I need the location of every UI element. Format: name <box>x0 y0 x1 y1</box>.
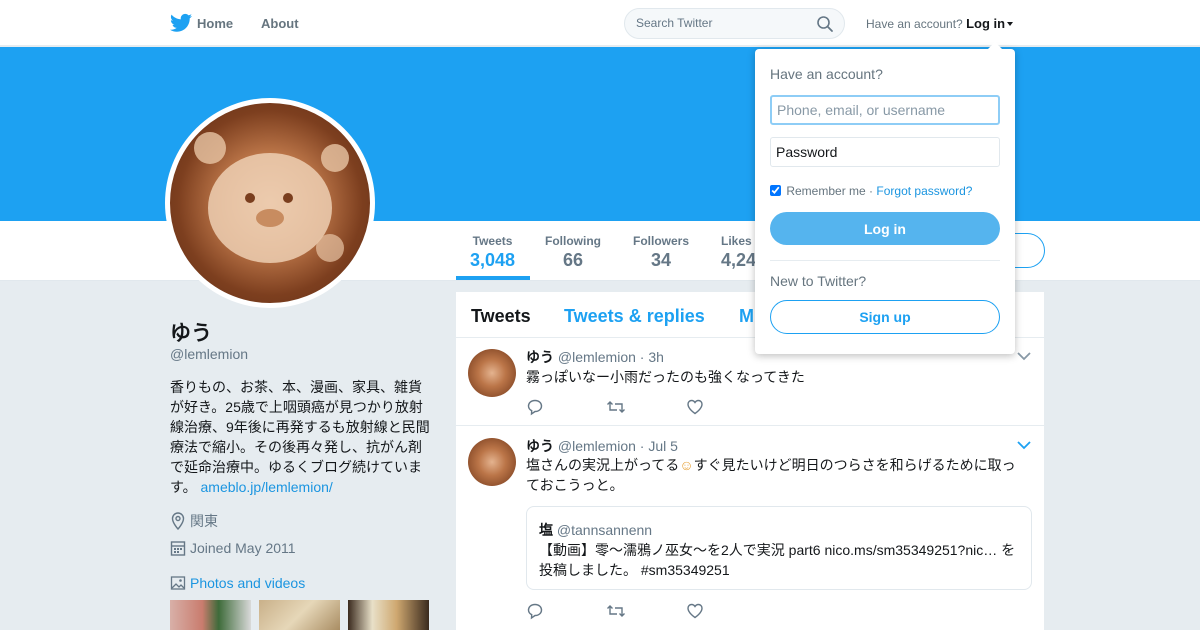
tab-tweets-replies[interactable]: Tweets & replies <box>564 306 705 327</box>
username-field[interactable] <box>770 95 1000 125</box>
retweet-icon[interactable] <box>606 602 626 625</box>
quoted-tweet-header: 塩 @tannsannenn <box>539 520 652 540</box>
have-account-text: Have an account? <box>866 17 963 31</box>
photo-thumbnail[interactable] <box>170 600 251 630</box>
location-pin-icon <box>171 512 185 531</box>
tweet-header: ゆう @lemlemion · Jul 5 <box>526 436 678 456</box>
login-link[interactable]: Log in <box>966 16 1005 31</box>
quoted-tweet-text: 【動画】零～濡鴉ノ巫女～を2人で実況 part6 nico.ms/sm35349… <box>539 542 1016 578</box>
remember-row: Remember me · Forgot password? <box>770 184 972 198</box>
dropdown-title: Have an account? <box>770 66 883 82</box>
photo-icon <box>170 576 186 590</box>
photo-thumbnail[interactable] <box>259 600 340 630</box>
bear-latte-art-image <box>194 132 349 263</box>
stat-label: Followers <box>633 234 690 248</box>
photos-videos-link[interactable]: Photos and videos <box>170 575 305 591</box>
tweet-actions <box>526 398 726 416</box>
photos-videos-label[interactable]: Photos and videos <box>190 575 305 591</box>
stat-tweets[interactable]: Tweets 3,048 <box>470 234 515 271</box>
stat-following[interactable]: Following 66 <box>545 234 601 271</box>
forgot-password-link[interactable]: Forgot password? <box>876 184 972 198</box>
tweet-text: 塩さんの実況上がってる☺すぐ見たいけど明日のつらさを和らげるために取っておこうっ… <box>526 455 1026 495</box>
search-box[interactable]: Search Twitter <box>624 8 845 39</box>
caret-down-icon[interactable] <box>1007 22 1014 26</box>
tweet[interactable]: ゆう @lemlemion · Jul 5 塩さんの実況上がってる☺すぐ見たいけ… <box>456 426 1044 630</box>
separator-dot: · <box>869 184 874 198</box>
retweet-icon[interactable] <box>606 398 626 421</box>
login-toggle[interactable]: Have an account? Log in <box>866 16 1014 31</box>
stat-followers[interactable]: Followers 34 <box>633 234 689 271</box>
profile-name[interactable]: ゆう <box>170 317 212 347</box>
tweet-author-handle[interactable]: @lemlemion <box>558 438 636 454</box>
tweet-text: 霧っぽいなー小雨だったのも強くなってきた <box>526 369 805 385</box>
stat-likes[interactable]: Likes 4,24 <box>721 234 756 271</box>
divider <box>770 260 1000 261</box>
tweet-author-name[interactable]: ゆう <box>526 438 554 454</box>
twitter-bird-icon[interactable] <box>170 13 192 33</box>
reply-icon[interactable] <box>526 602 544 625</box>
remember-me-checkbox[interactable] <box>770 185 781 196</box>
tweet-author-name[interactable]: ゆう <box>526 349 554 365</box>
quoted-author-handle: @tannsannenn <box>556 522 653 538</box>
joined-text: Joined May 2011 <box>190 540 296 556</box>
profile-bio: 香りもの、お茶、本、漫画、家具、雑貨が好き。25歳で上咽頭癌が見つかり放射線治療… <box>170 377 434 497</box>
stat-label: Tweets <box>472 234 513 248</box>
bio-link[interactable]: ameblo.jp/lemlemion/ <box>201 479 333 495</box>
profile-handle[interactable]: @lemlemion <box>170 346 248 362</box>
quoted-tweet[interactable]: 塩 @tannsannenn 【動画】零～濡鴉ノ巫女～を2人で実況 part6 … <box>526 506 1032 590</box>
chevron-down-icon[interactable] <box>1017 351 1031 361</box>
tweet-header: ゆう @lemlemion · 3h <box>526 347 664 367</box>
stat-value: 4,24 <box>721 250 757 270</box>
profile-avatar[interactable] <box>165 98 375 308</box>
active-stat-underline <box>456 276 530 280</box>
stat-value: 66 <box>562 250 584 270</box>
login-button[interactable]: Log in <box>770 212 1000 245</box>
like-heart-icon[interactable] <box>686 602 704 625</box>
new-to-twitter-text: New to Twitter? <box>770 273 867 289</box>
reply-icon[interactable] <box>526 398 544 421</box>
tweet-author-handle[interactable]: @lemlemion <box>558 349 636 365</box>
nav-home-link[interactable]: Home <box>197 16 233 31</box>
chevron-down-icon[interactable] <box>1017 440 1031 450</box>
quoted-author-name: 塩 <box>539 522 553 538</box>
calendar-icon <box>170 541 186 556</box>
search-input[interactable]: Search Twitter <box>636 16 712 30</box>
like-heart-icon[interactable] <box>686 398 704 421</box>
signup-button[interactable]: Sign up <box>770 300 1000 334</box>
search-icon[interactable] <box>816 15 834 33</box>
stat-label: Following <box>545 234 601 248</box>
stat-value: 3,048 <box>470 250 516 270</box>
stat-label: Likes <box>721 234 752 248</box>
tweet-time[interactable]: · Jul 5 <box>640 438 678 454</box>
location-text: 関東 <box>190 513 218 529</box>
login-dropdown: Have an account? Remember me · Forgot pa… <box>755 42 1015 354</box>
tweet-text-part: 塩さんの実況上がってる <box>526 457 680 473</box>
top-navigation-bar: Home About Search Twitter Have an accoun… <box>0 0 1200 46</box>
tab-tweets[interactable]: Tweets <box>471 306 531 327</box>
smiling-face-emoji-icon: ☺ <box>679 457 694 473</box>
bio-text: 香りもの、お茶、本、漫画、家具、雑貨が好き。25歳で上咽頭癌が見つかり放射線治療… <box>170 379 430 495</box>
tweet-actions <box>526 602 726 620</box>
stat-value: 34 <box>650 250 672 270</box>
password-field[interactable] <box>770 137 1000 167</box>
photo-thumbnail[interactable] <box>348 600 429 630</box>
profile-joined: Joined May 2011 <box>170 539 296 557</box>
nav-about-link[interactable]: About <box>261 16 299 31</box>
tab-media[interactable]: M <box>739 306 754 327</box>
profile-location: 関東 <box>170 511 218 531</box>
remember-me-label[interactable]: Remember me <box>786 184 865 198</box>
tweet-time[interactable]: · 3h <box>640 349 664 365</box>
tweet-avatar[interactable] <box>468 349 516 397</box>
tweet-avatar[interactable] <box>468 438 516 486</box>
